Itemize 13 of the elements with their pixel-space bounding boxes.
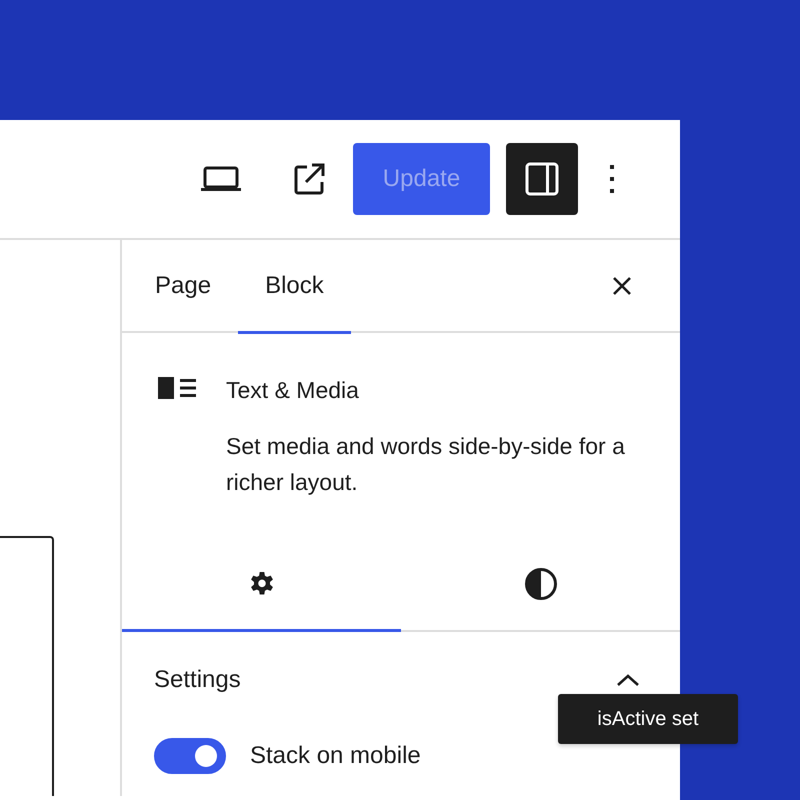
panel-title: Settings: [154, 664, 241, 694]
toggle-label: Stack on mobile: [250, 740, 421, 770]
block-title: Text & Media: [226, 376, 360, 405]
sidebar-toggle-button[interactable]: [506, 143, 578, 215]
sidebar-tab[interactable]: Block: [238, 240, 351, 332]
chevron-icon[interactable]: [616, 672, 640, 686]
tooltip: isActive set: [558, 694, 738, 744]
toggle-switch[interactable]: [154, 738, 226, 774]
block-description: Set media and words side-by-side for a richer layout.: [226, 432, 626, 497]
sidebar-tab[interactable]: Page: [128, 240, 238, 332]
half-circle-icon: [524, 566, 558, 600]
text-media-block-icon: [158, 377, 196, 399]
sidebar-layout-icon: [525, 162, 559, 196]
